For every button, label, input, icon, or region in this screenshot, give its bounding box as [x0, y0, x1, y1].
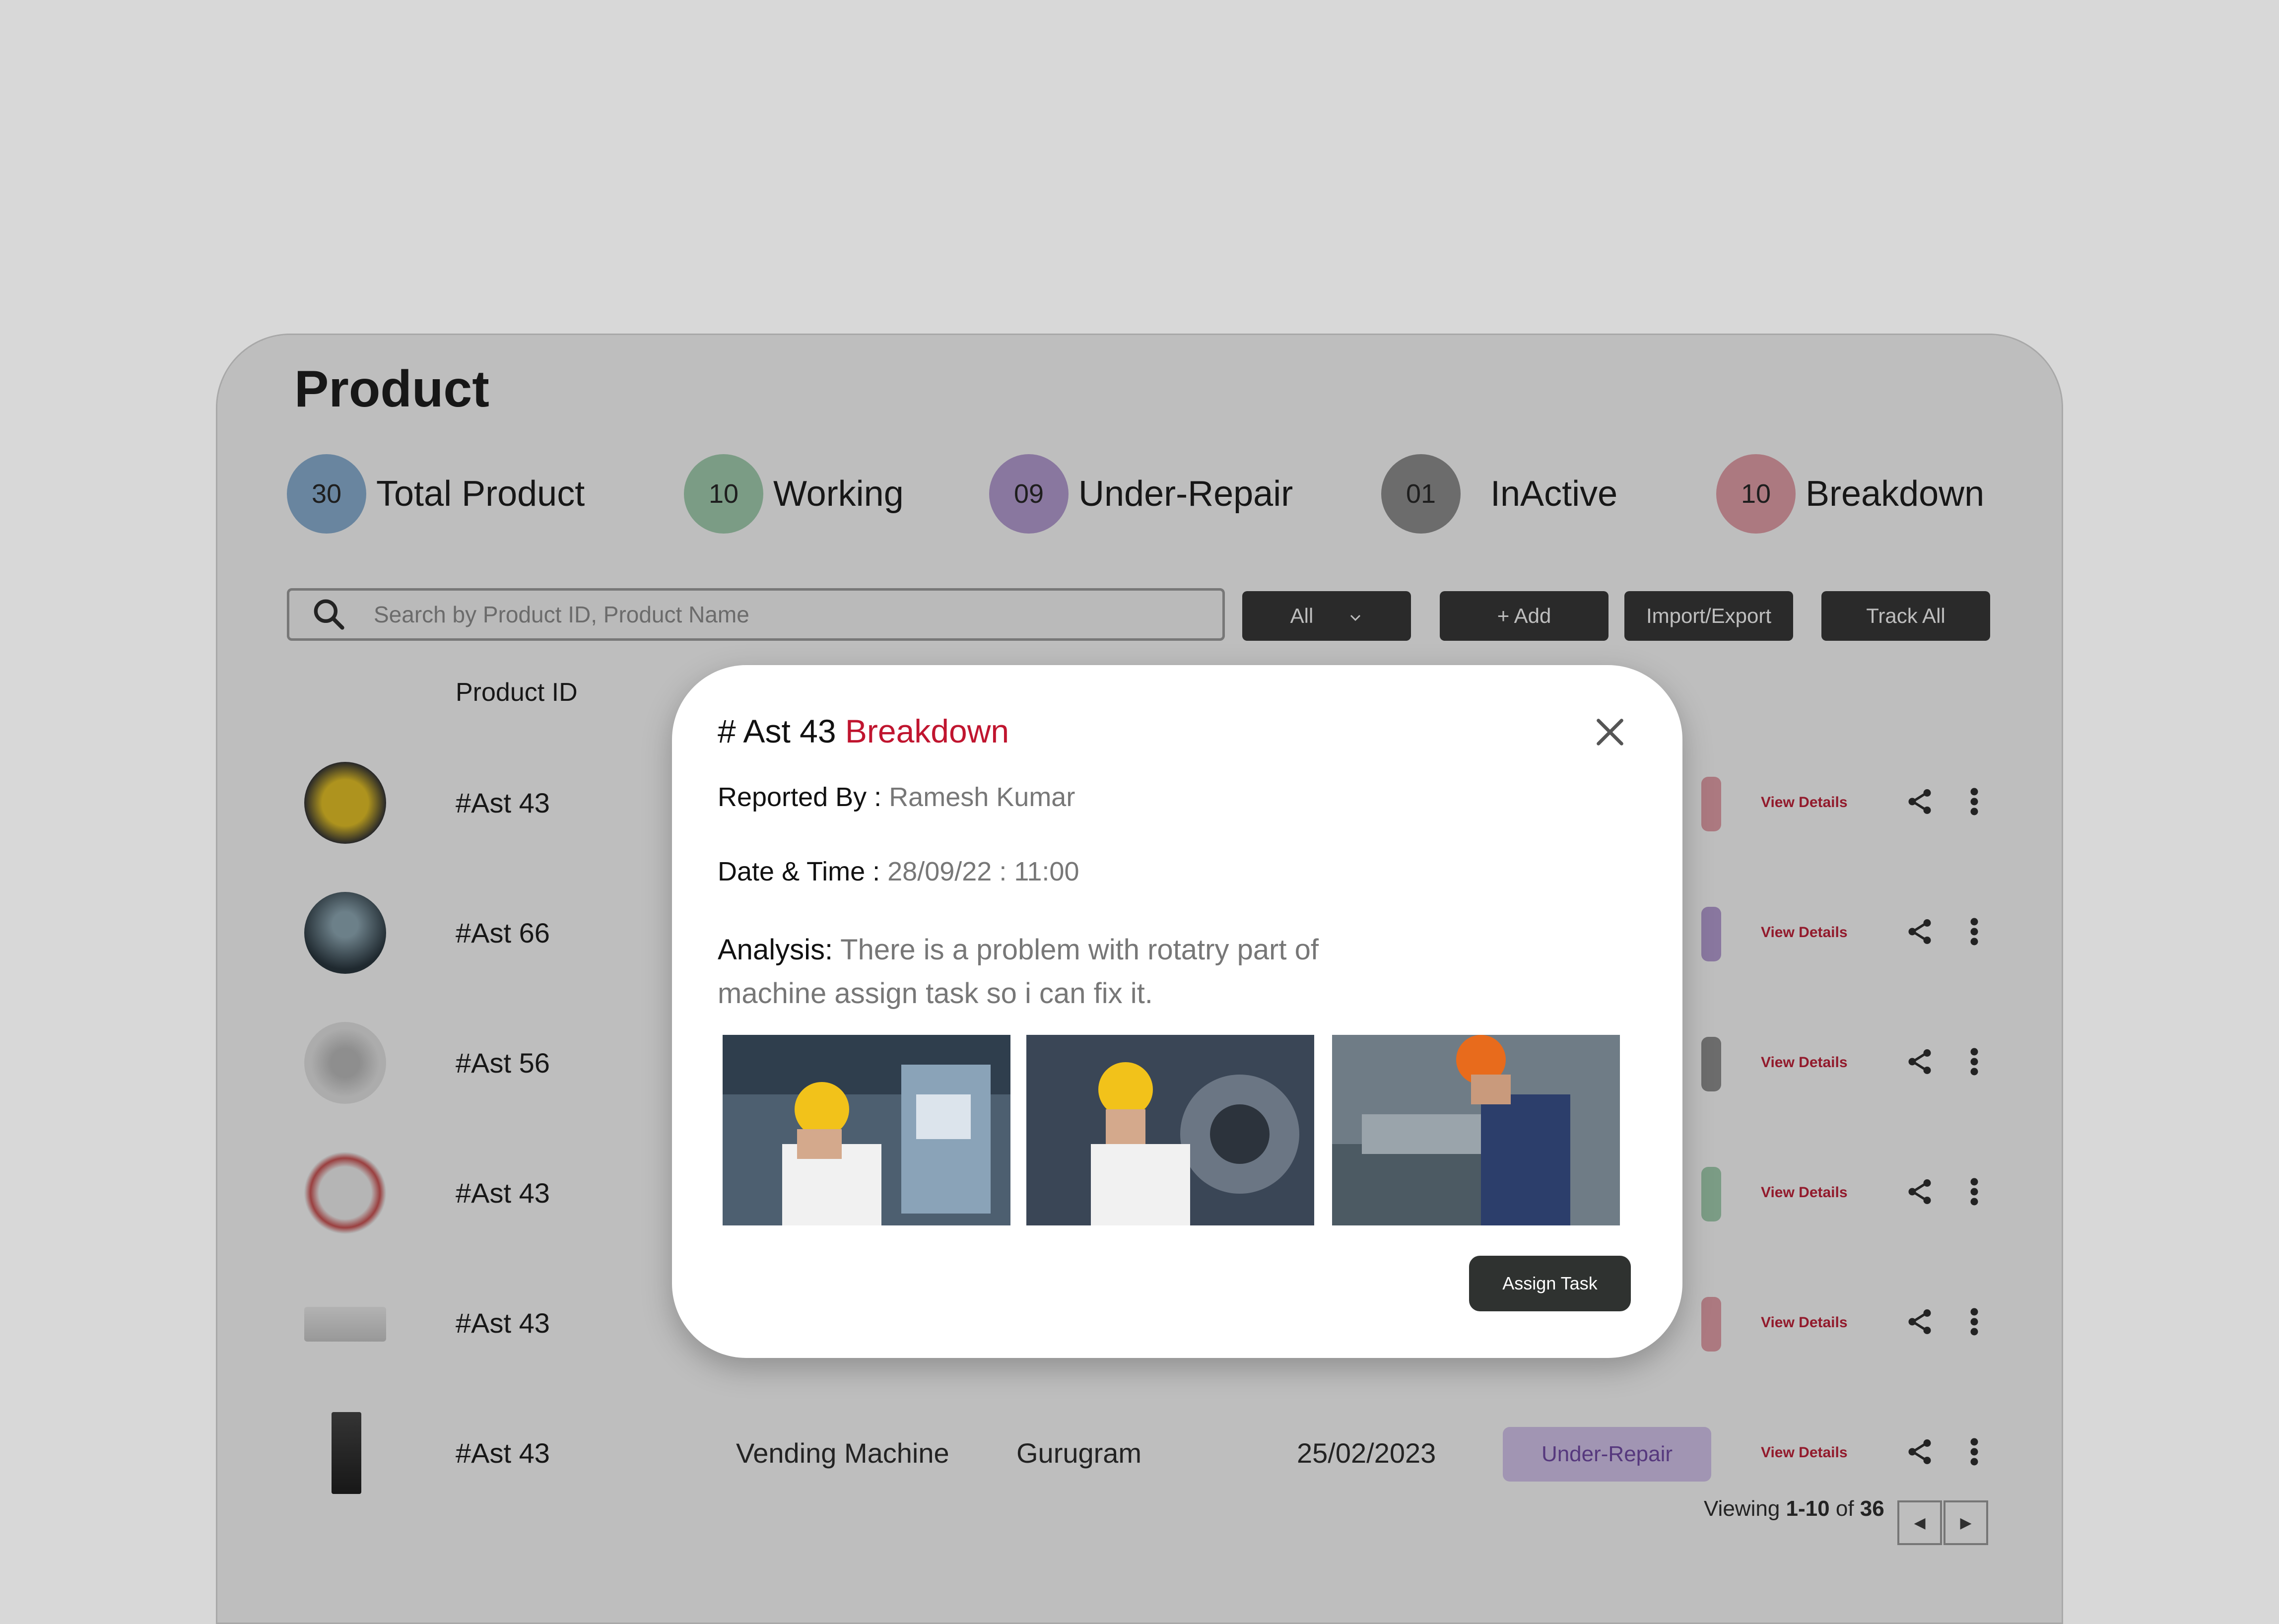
breakdown-modal: # Ast 43 Breakdown Reported By : Ramesh …: [672, 665, 1682, 1358]
reported-by-label: Reported By :: [718, 782, 882, 812]
analysis: Analysis: There is a problem with rotatr…: [718, 928, 1412, 1015]
reported-by: Reported By : Ramesh Kumar: [718, 782, 1075, 812]
analysis-label: Analysis:: [718, 934, 833, 966]
modal-asset-id: Ast 43: [743, 713, 836, 749]
date-time-label: Date & Time :: [718, 857, 880, 886]
assign-task-button[interactable]: Assign Task: [1469, 1256, 1631, 1311]
reported-by-value: Ramesh Kumar: [889, 782, 1075, 812]
modal-title: # Ast 43 Breakdown: [718, 712, 1009, 750]
date-time-value: 28/09/22 : 11:00: [887, 857, 1079, 886]
breakdown-photo[interactable]: [1026, 1035, 1314, 1225]
modal-status: Breakdown: [845, 713, 1009, 749]
date-time: Date & Time : 28/09/22 : 11:00: [718, 856, 1079, 887]
breakdown-photo[interactable]: [1332, 1035, 1620, 1225]
close-icon[interactable]: [1593, 715, 1627, 749]
modal-hash: #: [718, 713, 736, 749]
breakdown-photo[interactable]: [723, 1035, 1010, 1225]
